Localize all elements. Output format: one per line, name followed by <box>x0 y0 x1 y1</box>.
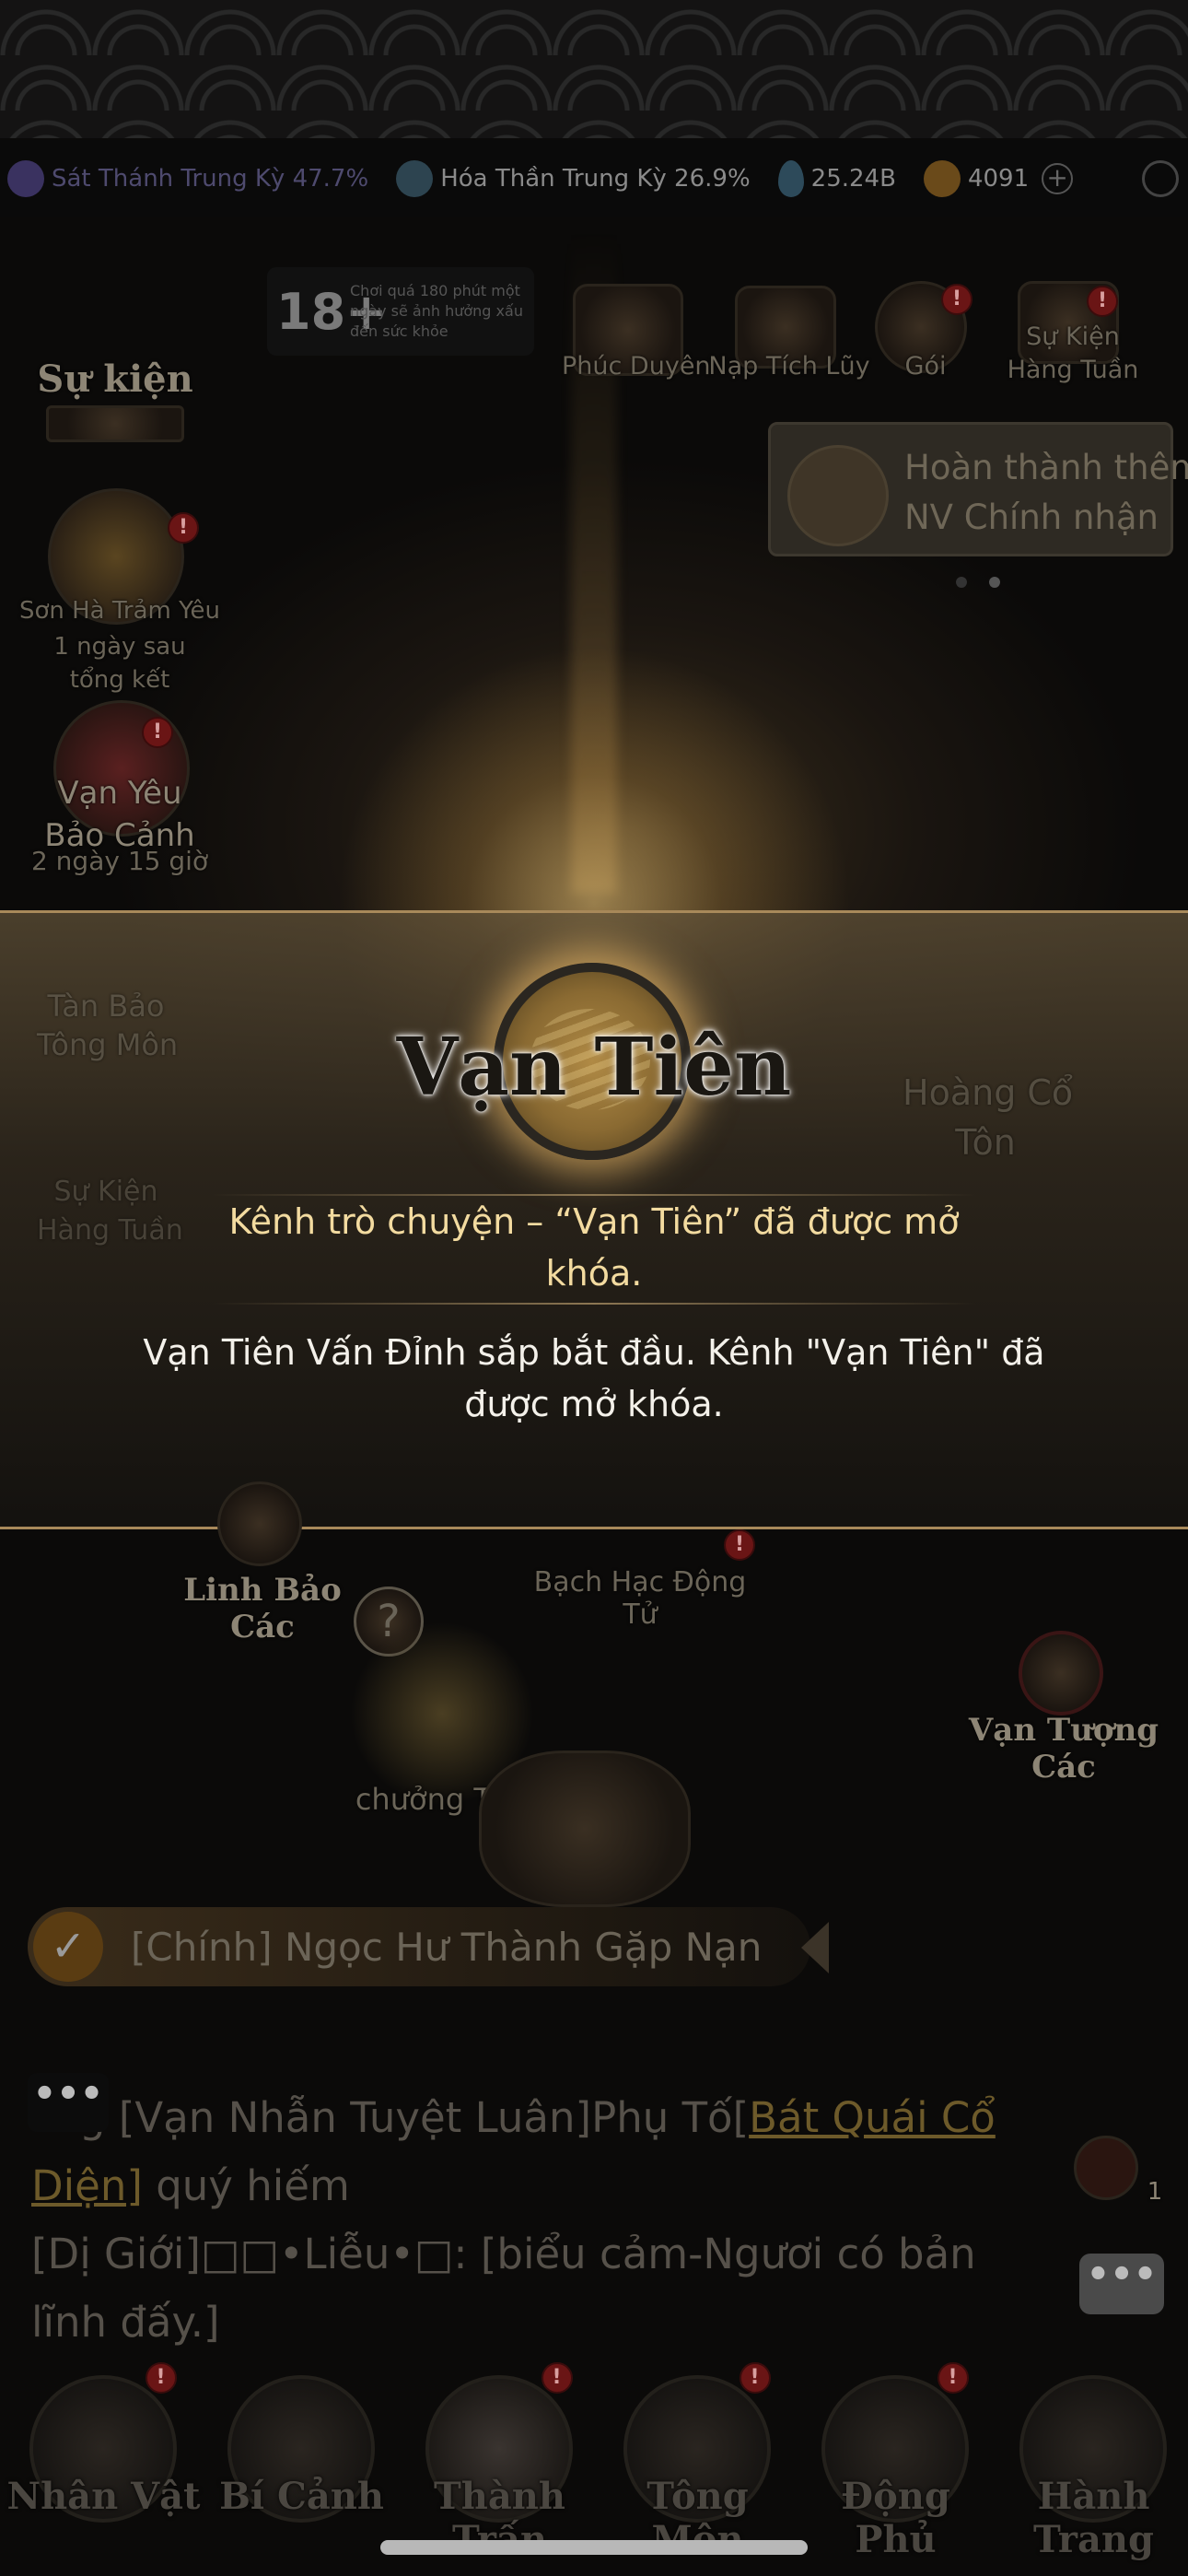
modal-title: Vạn Tiên <box>396 1021 792 1114</box>
add-coins-button[interactable]: + <box>1042 163 1074 194</box>
cultivation-stat-1-text: Sát Thánh Trung Kỳ 47.7% <box>52 165 369 193</box>
fan-icon <box>396 160 434 197</box>
nav-tong-mon[interactable]: ! Tông Môn <box>601 2359 786 2561</box>
son-ha-event-name[interactable]: Sơn Hà Trảm Yêu <box>18 597 221 625</box>
nav-nhan-vat[interactable]: ! Nhân Vật <box>7 2359 201 2561</box>
van-yeu-event-name[interactable]: Vạn Yêu Bảo Cảnh <box>28 772 212 857</box>
spirit-resource[interactable]: 25.24B <box>777 160 896 197</box>
bach-hac-dong-tu-label[interactable]: Bạch Hạc Động Tử <box>516 1566 764 1631</box>
item-link-2[interactable]: Diện] <box>31 2161 143 2210</box>
chat-line-2: quý hiếm <box>142 2161 350 2210</box>
wave-pattern-header <box>0 0 1188 138</box>
mission-notice[interactable]: Hoàn thành thêm 1 NV Chính nhận <box>768 422 1188 556</box>
pager-dot <box>956 577 967 588</box>
gift-alert-badge: ! <box>941 284 973 315</box>
coin-icon <box>923 160 961 197</box>
linh-bao-icon[interactable] <box>217 1481 302 1566</box>
treasure-pile-icon[interactable] <box>479 1751 691 1907</box>
realm-icon <box>7 160 44 197</box>
age-warning-text: Chơi quá 180 phút một ngày sẽ ảnh hưởng … <box>350 282 523 340</box>
nav-dong-phu[interactable]: ! Động Phủ <box>799 2359 984 2561</box>
chat-unread-count: 1 <box>1147 2178 1163 2206</box>
van-tuong-icon[interactable] <box>1019 1631 1103 1715</box>
nav-hanh-trang[interactable]: Hành Trang <box>997 2359 1182 2561</box>
scroll-decoration <box>46 405 184 442</box>
water-drop-icon <box>777 160 804 197</box>
coin-amount: 4091 <box>967 165 1030 193</box>
van-tuong-cac-label[interactable]: Vạn Tượng Các <box>958 1712 1170 1786</box>
clock-icon[interactable] <box>1142 160 1179 197</box>
cultivation-stat-1[interactable]: Sát Thánh Trung Kỳ 47.7% <box>7 160 368 197</box>
item-link-1[interactable]: Bát Quái Cổ <box>749 2093 996 2142</box>
resource-bar: Sát Thánh Trung Kỳ 47.7% Hóa Thần Trung … <box>0 140 1188 217</box>
chat-line-3: [Dị Giới]□□•Liễu•□: [biểu cảm-Ngươi có b… <box>31 2230 976 2278</box>
open-chat-button[interactable]: ••• <box>1079 2254 1164 2314</box>
mission-notice-text: Hoàn thành thêm 1 NV Chính nhận <box>904 448 1188 537</box>
cultivation-stat-2-text: Hóa Thần Trung Kỳ 26.9% <box>440 165 751 193</box>
horse-icon <box>787 445 889 546</box>
bach-hac-alert-badge: ! <box>724 1529 755 1561</box>
weekly-alert-badge: ! <box>1087 286 1118 317</box>
chat-line-4: lĩnh đấy.] <box>31 2298 220 2347</box>
menu-su-kien-hang-tuan[interactable]: Sự Kiện Hàng Tuần <box>1004 321 1142 387</box>
quest-text: [Chính] Ngọc Hư Thành Gặp Nạn <box>131 1924 763 1970</box>
age-rating: 18+ <box>276 282 388 341</box>
nav-label: Động Phủ <box>841 2475 950 2561</box>
nav-label: Nhân Vật <box>6 2475 201 2518</box>
van-yeu-alert-badge: ! <box>142 717 173 748</box>
age-warning: 18+ Chơi quá 180 phút một ngày sẽ ảnh hư… <box>267 267 534 356</box>
chat-feed[interactable]: g [Vạn Nhẫn Tuyệt Luân]Phụ Tố[Bát Quái C… <box>31 2084 1035 2357</box>
checkmark-icon: ✓ <box>33 1912 103 1982</box>
nav-label: Bí Cảnh <box>219 2475 384 2518</box>
divider-bottom <box>212 1303 976 1305</box>
linh-bao-cac-label[interactable]: Linh Bảo Các <box>166 1572 359 1645</box>
nav-alert-badge: ! <box>145 2362 177 2394</box>
nav-alert-badge: ! <box>739 2362 771 2394</box>
nav-alert-badge: ! <box>541 2362 573 2394</box>
chat-avatar[interactable] <box>1074 2136 1138 2200</box>
spirit-amount: 25.24B <box>810 165 896 193</box>
home-indicator[interactable] <box>380 2540 808 2555</box>
cultivation-stat-2[interactable]: Hóa Thần Trung Kỳ 26.9% <box>396 160 751 197</box>
chat-line-1: g [Vạn Nhẫn Tuyệt Luân]Phụ Tố[ <box>79 2093 750 2142</box>
main-quest-tracker[interactable]: ✓ [Chính] Ngọc Hư Thành Gặp Nạn <box>28 1907 829 1986</box>
collapse-arrow-icon[interactable] <box>801 1922 829 1973</box>
coin-resource[interactable]: 4091 + <box>923 160 1074 197</box>
nav-bi-canh[interactable]: Bí Cảnh <box>205 2359 390 2561</box>
son-ha-event-time: 1 ngày sau tổng kết <box>53 633 186 694</box>
menu-nap-tich-luy[interactable]: Nạp Tích Lũy <box>702 352 877 381</box>
menu-phuc-duyen[interactable]: Phúc Duyên <box>562 352 711 381</box>
weekly-event-name: Sự Kiện Hàng Tuần <box>37 1176 183 1247</box>
nav-label: Hành Trang <box>1033 2475 1154 2561</box>
menu-goi[interactable]: Gói <box>875 352 976 381</box>
game-screen: Sát Thánh Trung Kỳ 47.7% Hóa Thần Trung … <box>0 0 1188 2576</box>
chat-icon[interactable]: ••• <box>28 2073 109 2132</box>
modal-description: Vạn Tiên Vấn Đỉnh sắp bắt đầu. Kênh "Vạn… <box>143 1332 1045 1424</box>
son-ha-alert-badge: ! <box>168 512 199 544</box>
pager-dot-active <box>989 577 1000 588</box>
nav-thanh-tran[interactable]: ! Thành Trấn <box>403 2359 588 2561</box>
van-yeu-event-time: 2 ngày 15 giờ <box>30 846 209 876</box>
nav-alert-badge: ! <box>937 2362 969 2394</box>
events-title: Sự kiện <box>37 357 193 401</box>
modal-subtitle: Kênh trò chuyện – “Vạn Tiên” đã được mở … <box>228 1201 960 1294</box>
